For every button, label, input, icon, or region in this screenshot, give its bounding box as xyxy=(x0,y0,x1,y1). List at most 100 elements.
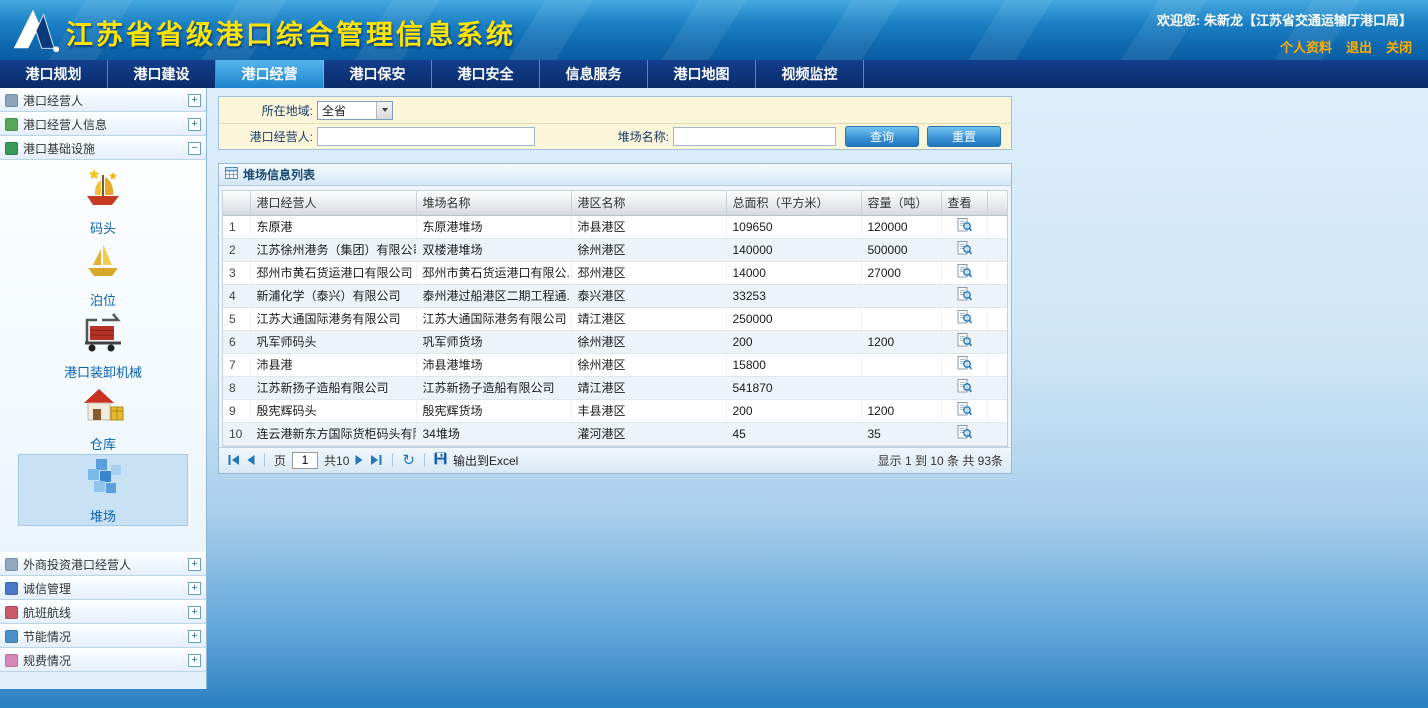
sidebar-item[interactable]: 外商投资港口经营人 + xyxy=(0,552,206,576)
facility-item-yard[interactable]: 堆场 xyxy=(18,454,188,526)
facility-item-machinery[interactable]: 港口装卸机械 xyxy=(18,310,188,382)
expand-toggle[interactable]: + xyxy=(188,606,201,619)
view-icon[interactable] xyxy=(957,218,972,235)
nav-tab[interactable]: 港口地图 xyxy=(648,60,756,88)
sidebar-item[interactable]: 规费情况 + xyxy=(0,648,206,672)
facility-item-label: 港口装卸机械 xyxy=(64,362,142,381)
table-row[interactable]: 7 沛县港 沛县港堆场 徐州港区 15800 xyxy=(223,353,1007,376)
sidebar-item[interactable]: 港口经营人信息 + xyxy=(0,112,206,136)
cell-view xyxy=(941,307,987,330)
sidebar-item[interactable]: 港口基础设施 − xyxy=(0,136,206,160)
welcome-text: 欢迎您: 朱新龙【江苏省交通运输厅港口局】 xyxy=(1157,10,1412,29)
nav-tab[interactable]: 信息服务 xyxy=(540,60,648,88)
facility-item-wharf[interactable]: 码头 xyxy=(18,166,188,238)
filter-panel: 所在地域: 全省 港口经营人: 堆场名称: 查询 重置 xyxy=(218,96,1012,150)
table-row[interactable]: 1 东原港 东原港堆场 沛县港区 109650 120000 xyxy=(223,215,1007,238)
view-icon[interactable] xyxy=(957,402,972,419)
nav-tab[interactable]: 港口经营 xyxy=(216,60,324,88)
operator-label: 港口经营人: xyxy=(219,128,317,145)
table-row[interactable]: 8 江苏新扬子造船有限公司 江苏新扬子造船有限公司 靖江港区 541870 xyxy=(223,376,1007,399)
cell-operator: 新浦化学（泰兴）有限公司 xyxy=(250,284,416,307)
nav-tab[interactable]: 视频监控 xyxy=(756,60,864,88)
region-label: 所在地域: xyxy=(219,102,317,119)
expand-toggle[interactable]: + xyxy=(188,582,201,595)
view-icon[interactable] xyxy=(957,241,972,258)
infrastructure-icon xyxy=(5,142,18,155)
expand-toggle[interactable]: + xyxy=(188,558,201,571)
nav-tab[interactable]: 港口规划 xyxy=(0,60,108,88)
close-link[interactable]: 关闭 xyxy=(1386,37,1412,56)
cell-capacity xyxy=(861,307,941,330)
logout-link[interactable]: 退出 xyxy=(1346,37,1372,56)
expand-toggle[interactable]: + xyxy=(188,94,201,107)
col-header-area-name[interactable]: 港区名称 xyxy=(571,191,726,215)
facility-item-warehouse[interactable]: 仓库 xyxy=(18,382,188,454)
view-icon[interactable] xyxy=(957,379,972,396)
next-page-button[interactable] xyxy=(355,454,364,466)
table-row[interactable]: 4 新浦化学（泰兴）有限公司 泰州港过船港区二期工程通... 泰兴港区 3325… xyxy=(223,284,1007,307)
sidebar-item[interactable]: 港口经营人 + xyxy=(0,88,206,112)
view-icon[interactable] xyxy=(957,425,972,442)
operator-input[interactable] xyxy=(317,127,535,146)
nav-tab[interactable]: 港口保安 xyxy=(324,60,432,88)
col-header-filler xyxy=(987,191,1007,215)
nav-tab[interactable]: 港口建设 xyxy=(108,60,216,88)
reset-button[interactable]: 重置 xyxy=(927,126,1001,147)
nav-tab-label: 港口建设 xyxy=(134,66,190,82)
cell-yard: 邳州市黄石货运港口有限公... xyxy=(416,261,571,284)
expand-toggle[interactable]: − xyxy=(188,142,201,155)
cell-filler xyxy=(987,353,1007,376)
nav-tab[interactable]: 港口安全 xyxy=(432,60,540,88)
cell-filler xyxy=(987,422,1007,445)
sidebar-item[interactable]: 航班航线 + xyxy=(0,600,206,624)
table-row[interactable]: 10 连云港新东方国际货柜码头有限... 34堆场 灌河港区 45 35 xyxy=(223,422,1007,445)
refresh-icon[interactable]: ↻ xyxy=(402,453,415,468)
cell-yard: 双楼港堆场 xyxy=(416,238,571,261)
sidebar-item[interactable]: 诚信管理 + xyxy=(0,576,206,600)
cell-area-name: 邳州港区 xyxy=(571,261,726,284)
table-row[interactable]: 6 巩军师码头 巩军师货场 徐州港区 200 1200 xyxy=(223,330,1007,353)
col-header-total-area[interactable]: 总面积（平方米） xyxy=(726,191,861,215)
cell-rownum: 5 xyxy=(223,307,250,330)
panel-title: 堆场信息列表 xyxy=(243,166,315,183)
view-icon[interactable] xyxy=(957,333,972,350)
cell-operator: 江苏徐州港务（集团）有限公司 xyxy=(250,238,416,261)
col-header-yard[interactable]: 堆场名称 xyxy=(416,191,571,215)
col-header-capacity[interactable]: 容量（吨） xyxy=(861,191,941,215)
search-button[interactable]: 查询 xyxy=(845,126,919,147)
table-row[interactable]: 5 江苏大通国际港务有限公司 江苏大通国际港务有限公司 靖江港区 250000 xyxy=(223,307,1007,330)
prev-page-button[interactable] xyxy=(246,454,255,466)
profile-link[interactable]: 个人资料 xyxy=(1280,37,1332,56)
facility-item-label: 堆场 xyxy=(90,506,116,525)
app-window: 江苏省省级港口综合管理信息系统 欢迎您: 朱新龙【江苏省交通运输厅港口局】 个人… xyxy=(0,0,1428,708)
table-row[interactable]: 2 江苏徐州港务（集团）有限公司 双楼港堆场 徐州港区 140000 50000… xyxy=(223,238,1007,261)
page-body: 港口经营人 + 港口经营人信息 + 港口基础设施 − xyxy=(0,88,1428,708)
cell-capacity: 35 xyxy=(861,422,941,445)
cell-operator: 沛县港 xyxy=(250,353,416,376)
page-input[interactable] xyxy=(292,452,318,469)
view-icon[interactable] xyxy=(957,356,972,373)
region-select[interactable]: 全省 xyxy=(317,101,393,120)
table-row[interactable]: 9 殷宪辉码头 殷宪辉货场 丰县港区 200 1200 xyxy=(223,399,1007,422)
cell-total-area: 200 xyxy=(726,399,861,422)
col-header-operator[interactable]: 港口经营人 xyxy=(250,191,416,215)
view-icon[interactable] xyxy=(957,287,972,304)
last-page-button[interactable] xyxy=(370,454,383,466)
expand-toggle[interactable]: + xyxy=(188,654,201,667)
facility-item-berth[interactable]: 泊位 xyxy=(18,238,188,310)
view-icon[interactable] xyxy=(957,264,972,281)
cell-area-name: 沛县港区 xyxy=(571,215,726,238)
expand-toggle[interactable]: + xyxy=(188,118,201,131)
col-header-view[interactable]: 查看 xyxy=(941,191,987,215)
sidebar-item[interactable]: 节能情况 + xyxy=(0,624,206,648)
cell-yard: 34堆场 xyxy=(416,422,571,445)
first-page-button[interactable] xyxy=(227,454,240,466)
export-excel-label[interactable]: 输出到Excel xyxy=(453,452,518,469)
panel-title-bar: 堆场信息列表 xyxy=(219,164,1011,186)
expand-toggle[interactable]: + xyxy=(188,630,201,643)
cell-total-area: 33253 xyxy=(726,284,861,307)
table-row[interactable]: 3 邳州市黄石货运港口有限公司 邳州市黄石货运港口有限公... 邳州港区 140… xyxy=(223,261,1007,284)
cell-area-name: 徐州港区 xyxy=(571,353,726,376)
yard-name-input[interactable] xyxy=(673,127,836,146)
view-icon[interactable] xyxy=(957,310,972,327)
